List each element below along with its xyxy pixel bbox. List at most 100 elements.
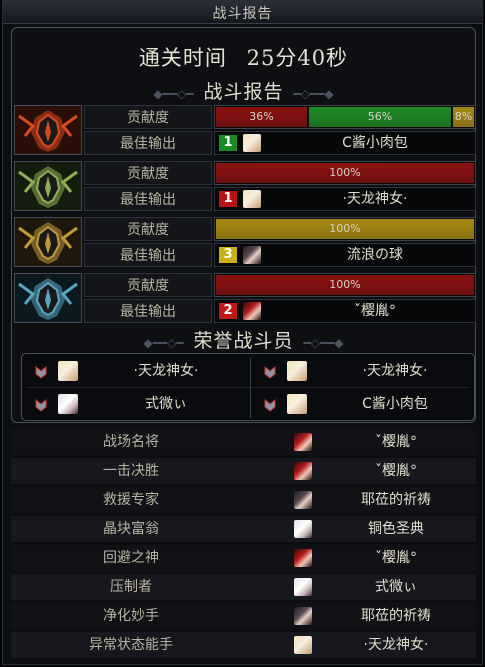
boss-emblem-red-icon bbox=[14, 105, 82, 155]
avatar bbox=[294, 549, 312, 567]
player-name: 流浪の球 bbox=[347, 247, 403, 263]
avatar bbox=[287, 394, 307, 414]
best-output-label: 最佳输出 bbox=[84, 299, 212, 323]
award-title: 回避之神 bbox=[103, 550, 159, 566]
contribution-percent: 100% bbox=[329, 278, 361, 291]
award-title: 压制者 bbox=[110, 579, 152, 595]
avatar bbox=[294, 636, 312, 654]
award-row: 异常状态能手 ·天龙神女· bbox=[11, 632, 476, 658]
award-row: 压制者 式微ぃ bbox=[11, 574, 476, 600]
player-name: ·天龙神女· bbox=[342, 191, 408, 207]
clear-time-value: 25分40秒 bbox=[246, 46, 349, 70]
contribution-percent: 8% bbox=[454, 110, 473, 123]
award-row: 救援专家 耶莅的祈祷 bbox=[11, 487, 476, 513]
contribution-percent: 100% bbox=[329, 222, 361, 235]
ornament-icon: ━◇━━◆ bbox=[303, 336, 344, 350]
honor-fighter[interactable]: 式微ぃ bbox=[24, 390, 248, 418]
honor-section-title: ◆━━◇━ 荣誉战斗员 ━◇━━◆ bbox=[143, 330, 344, 352]
rank-badge: 1 bbox=[219, 191, 237, 207]
honor-fighter[interactable]: ·天龙神女· bbox=[24, 357, 248, 385]
avatar bbox=[243, 302, 261, 320]
battle-report-window: 战斗报告 通关时间 25分40秒 ◆━━◇━ 战斗报告 ━◇━━◆ ◆━━◇━ 荣誉战… bbox=[2, 0, 483, 665]
contribution-segment: 8% bbox=[453, 107, 474, 127]
medal-icon bbox=[263, 397, 277, 412]
boss-row: 贡献度 最佳输出 100% 2 ˇ樱胤° bbox=[14, 273, 476, 324]
medal-icon bbox=[34, 397, 48, 412]
boss-row: 贡献度 最佳输出 100% 1 ·天龙神女· bbox=[14, 161, 476, 212]
award-title: 晶块富翁 bbox=[103, 521, 159, 537]
player-name: 耶莅的祈祷 bbox=[361, 492, 431, 508]
award-title: 救援专家 bbox=[103, 492, 159, 508]
award-row: 一击决胜 ˇ樱胤° bbox=[11, 458, 476, 484]
award-list: 战场名将 ˇ樱胤° 一击决胜 ˇ樱胤° 救援专家 耶莅的祈祷 晶块富翁 铜色圣典 回避之神 ˇ樱胤… bbox=[11, 429, 476, 663]
avatar bbox=[243, 190, 261, 208]
player-name: ˇ樱胤° bbox=[375, 434, 417, 450]
contribution-bar: 36% 56% 8% bbox=[214, 105, 476, 129]
medal-icon bbox=[34, 364, 48, 379]
award-row: 回避之神 ˇ樱胤° bbox=[11, 545, 476, 571]
player-name: C酱小肉包 bbox=[362, 396, 428, 412]
player-name: ·天龙神女· bbox=[363, 637, 429, 653]
best-output-label: 最佳输出 bbox=[84, 187, 212, 211]
player-name: 式微ぃ bbox=[375, 579, 417, 595]
best-output-player: 2 ˇ樱胤° bbox=[214, 299, 476, 323]
avatar bbox=[294, 433, 312, 451]
avatar bbox=[58, 394, 78, 414]
contribution-percent: 36% bbox=[249, 110, 274, 123]
award-title: 战场名将 bbox=[103, 434, 159, 450]
avatar bbox=[294, 491, 312, 509]
rank-badge: 3 bbox=[219, 247, 237, 263]
award-row: 净化妙手 耶莅的祈祷 bbox=[11, 603, 476, 629]
avatar bbox=[243, 246, 261, 264]
player-name: ˇ樱胤° bbox=[375, 550, 417, 566]
ornament-icon: ━◇━━◆ bbox=[293, 87, 334, 101]
medal-icon bbox=[263, 364, 277, 379]
player-name: ˇ樱胤° bbox=[354, 303, 396, 319]
avatar bbox=[287, 361, 307, 381]
avatar bbox=[58, 361, 78, 381]
award-row: 战场名将 ˇ樱胤° bbox=[11, 429, 476, 455]
divider bbox=[250, 358, 251, 418]
player-name: 式微ぃ bbox=[145, 396, 187, 412]
player-name: C酱小肉包 bbox=[342, 135, 408, 151]
best-output-player: 3 流浪の球 bbox=[214, 243, 476, 267]
contribution-percent: 56% bbox=[367, 110, 393, 123]
player-name: ·天龙神女· bbox=[362, 363, 428, 379]
contribution-bar: 100% bbox=[214, 161, 476, 185]
contribution-segment: 100% bbox=[216, 275, 474, 295]
contribution-bar: 100% bbox=[214, 217, 476, 241]
award-row: 晶块富翁 铜色圣典 bbox=[11, 516, 476, 542]
award-title: 一击决胜 bbox=[103, 463, 159, 479]
contribution-bar: 100% bbox=[214, 273, 476, 297]
honor-fighter[interactable]: C酱小肉包 bbox=[253, 390, 477, 418]
clear-time-row: 通关时间 25分40秒 bbox=[12, 42, 475, 72]
honor-fighter[interactable]: ·天龙神女· bbox=[253, 357, 477, 385]
contribution-segment: 100% bbox=[216, 219, 474, 239]
boss-emblem-blue-icon bbox=[14, 273, 82, 323]
contribution-label: 贡献度 bbox=[84, 161, 212, 185]
avatar bbox=[294, 520, 312, 538]
contribution-label: 贡献度 bbox=[84, 217, 212, 241]
boss-emblem-gold-icon bbox=[14, 217, 82, 267]
contribution-segment: 56% bbox=[309, 107, 451, 127]
contribution-label: 贡献度 bbox=[84, 273, 212, 297]
boss-row: 贡献度 最佳输出 100% 3 流浪の球 bbox=[14, 217, 476, 268]
honor-fighters-box: ·天龙神女· ·天龙神女· 式微ぃ C酱小肉包 bbox=[21, 353, 475, 421]
contribution-segment: 36% bbox=[216, 107, 307, 127]
player-name: 铜色圣典 bbox=[368, 521, 424, 537]
player-name: 耶莅的祈祷 bbox=[361, 608, 431, 624]
best-output-player: 1 ·天龙神女· bbox=[214, 187, 476, 211]
avatar bbox=[294, 607, 312, 625]
avatar bbox=[294, 462, 312, 480]
best-output-label: 最佳输出 bbox=[84, 243, 212, 267]
award-title: 异常状态能手 bbox=[89, 637, 173, 653]
ornament-icon: ◆━━◇━ bbox=[153, 87, 194, 101]
avatar bbox=[243, 134, 261, 152]
ornament-icon: ◆━━◇━ bbox=[143, 336, 184, 350]
clear-time-label: 通关时间 bbox=[138, 46, 227, 70]
contribution-segment: 100% bbox=[216, 163, 474, 183]
report-section-title: ◆━━◇━ 战斗报告 ━◇━━◆ bbox=[153, 81, 334, 103]
window-title: 战斗报告 bbox=[212, 6, 273, 22]
title-bar[interactable]: 战斗报告 bbox=[3, 1, 482, 24]
rank-badge: 2 bbox=[219, 303, 237, 319]
